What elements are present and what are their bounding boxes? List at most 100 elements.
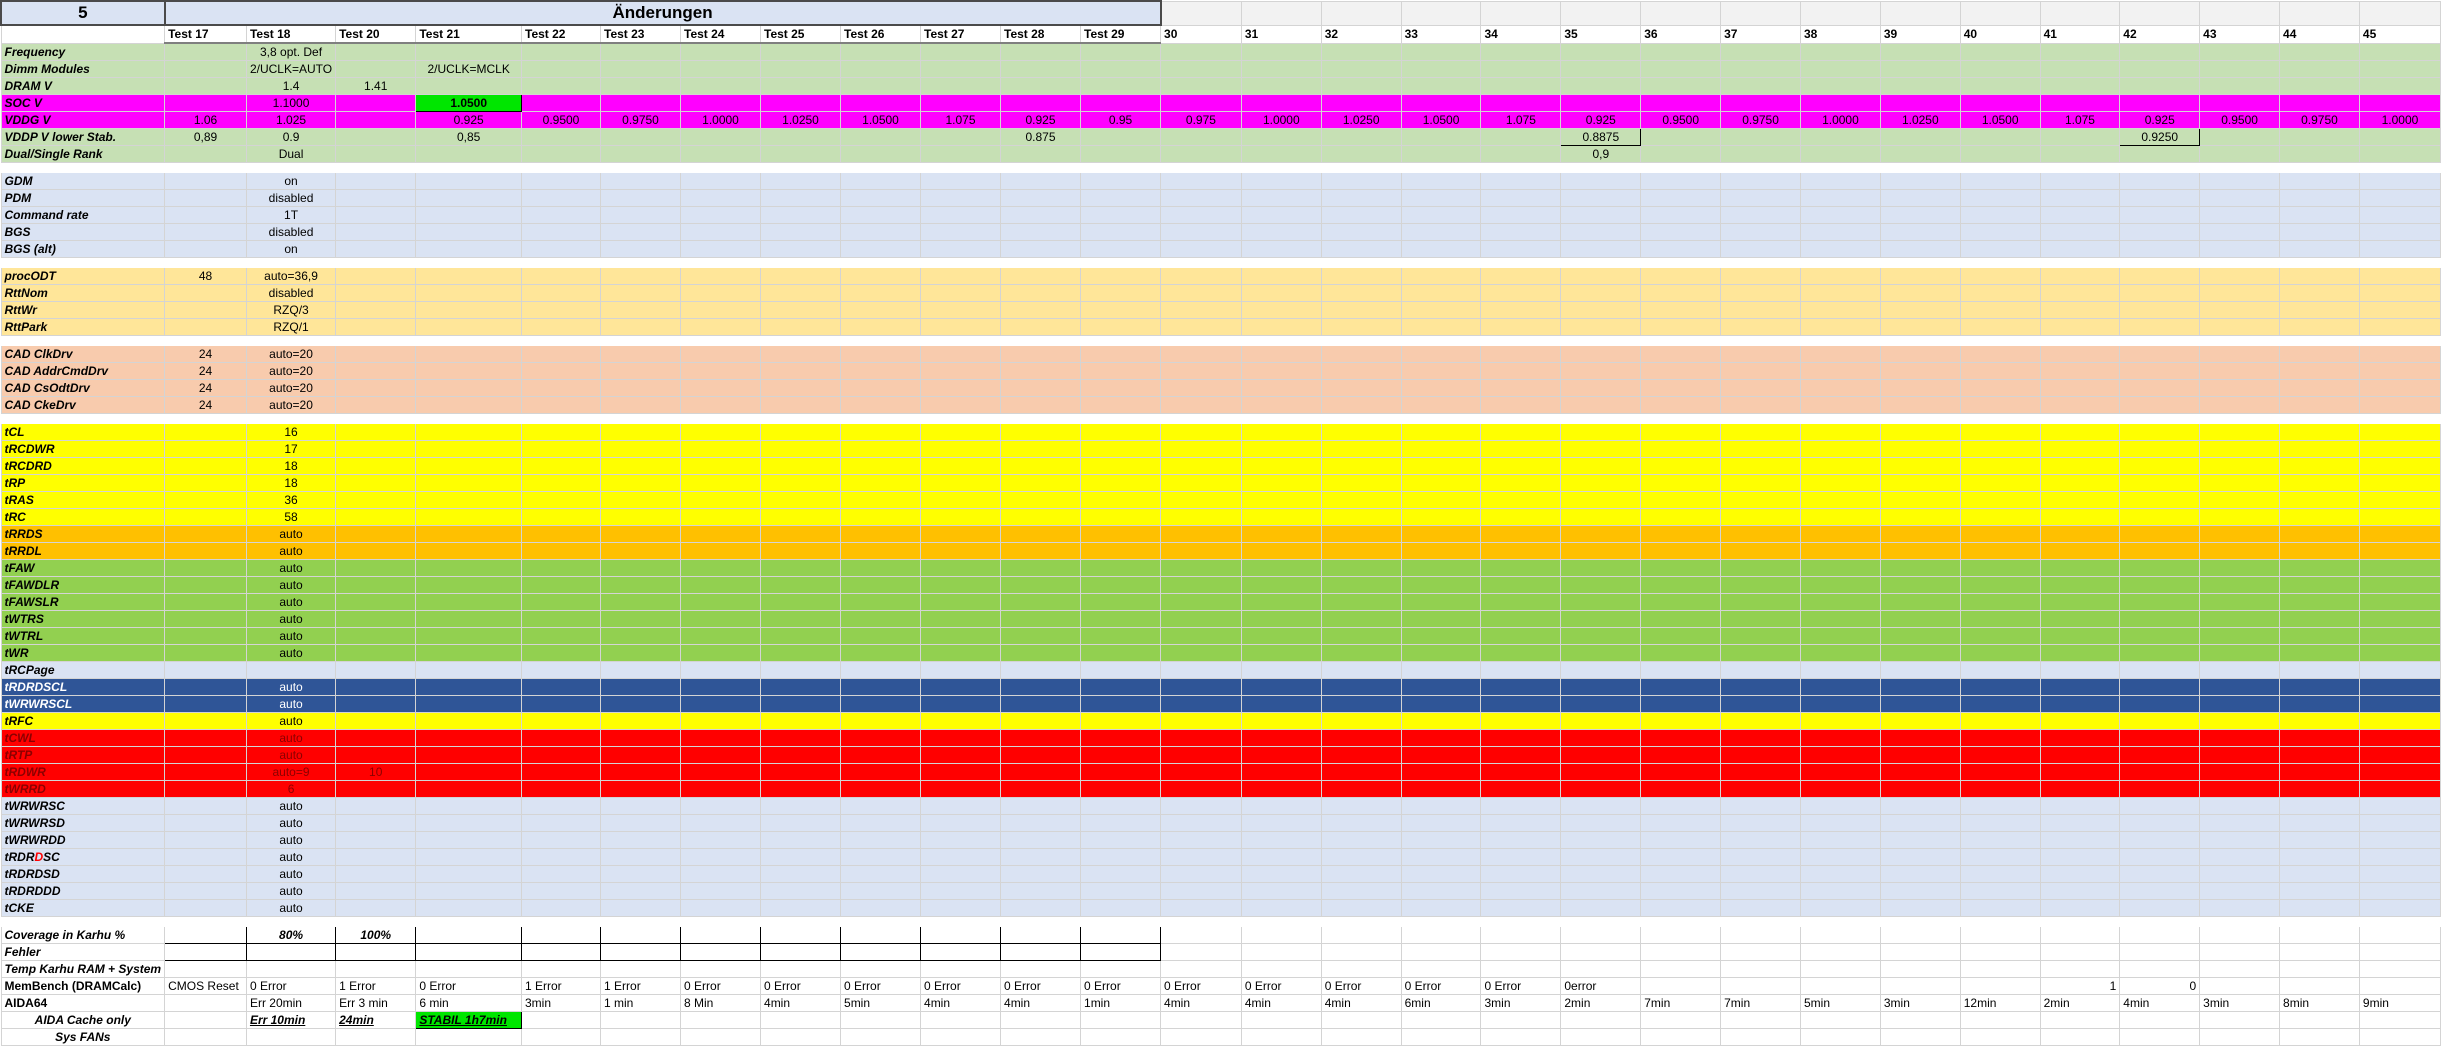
row-label[interactable]: tRCDWR — [0, 440, 166, 458]
empty-cell[interactable] — [2119, 695, 2201, 713]
empty-cell[interactable] — [1400, 1028, 1482, 1046]
empty-cell[interactable] — [1160, 797, 1242, 815]
empty-cell[interactable] — [415, 440, 522, 458]
empty-cell[interactable] — [2119, 491, 2201, 509]
empty-cell[interactable] — [1000, 1028, 1082, 1046]
empty-cell[interactable] — [1720, 797, 1801, 815]
row-label[interactable]: tRDRDDD — [0, 882, 166, 900]
empty-cell[interactable] — [1560, 423, 1642, 441]
empty-cell[interactable] — [415, 77, 522, 95]
empty-cell[interactable] — [1000, 695, 1082, 713]
empty-cell[interactable] — [1000, 60, 1082, 78]
empty-cell[interactable] — [2119, 848, 2201, 866]
empty-cell[interactable] — [1400, 206, 1482, 224]
empty-cell[interactable] — [2358, 525, 2441, 543]
value-cell[interactable]: 1.0500 — [415, 94, 522, 112]
empty-cell[interactable] — [1080, 301, 1162, 319]
empty-cell[interactable] — [1320, 926, 1402, 944]
empty-cell[interactable] — [415, 695, 522, 713]
empty-cell[interactable] — [1160, 661, 1242, 679]
value-cell[interactable]: auto — [245, 678, 337, 696]
column-header[interactable]: 42 — [2119, 24, 2201, 44]
empty-cell[interactable] — [1400, 284, 1482, 302]
empty-cell[interactable] — [335, 943, 417, 961]
empty-cell[interactable] — [1080, 576, 1162, 594]
row-label[interactable]: CAD CsOdtDrv — [0, 379, 166, 397]
empty-cell[interactable] — [680, 423, 762, 441]
result-cell[interactable]: 0 Error — [1000, 977, 1082, 995]
empty-cell[interactable] — [1720, 267, 1801, 285]
parameter-row[interactable]: tWRWRSC auto — [0, 797, 2441, 815]
value-cell[interactable]: 0.925 — [1560, 111, 1642, 129]
empty-cell[interactable] — [600, 77, 682, 95]
column-header[interactable]: Test 18 — [245, 24, 337, 44]
parameter-row[interactable]: procODT 48 auto=36,9 — [0, 267, 2441, 285]
empty-cell[interactable] — [1560, 284, 1642, 302]
empty-cell[interactable] — [1000, 240, 1082, 258]
empty-cell[interactable] — [760, 848, 842, 866]
empty-cell[interactable] — [2199, 882, 2281, 900]
row-label[interactable]: tRCPage — [0, 661, 166, 679]
value-cell[interactable]: auto=20 — [245, 345, 337, 363]
empty-cell[interactable] — [760, 576, 842, 594]
empty-cell[interactable] — [1480, 145, 1562, 163]
result-cell[interactable]: 0 Error — [840, 977, 922, 995]
empty-cell[interactable] — [2119, 593, 2201, 611]
empty-cell[interactable] — [2119, 542, 2201, 560]
empty-cell[interactable] — [335, 345, 417, 363]
empty-cell[interactable] — [1240, 345, 1322, 363]
empty-cell[interactable] — [1080, 128, 1162, 146]
column-header[interactable]: 39 — [1879, 24, 1961, 44]
empty-cell[interactable] — [164, 542, 247, 560]
empty-cell[interactable] — [520, 206, 602, 224]
result-cell[interactable]: 1 min — [600, 994, 682, 1012]
empty-cell[interactable] — [920, 899, 1002, 917]
empty-cell[interactable] — [164, 729, 247, 747]
empty-cell[interactable] — [1000, 627, 1082, 645]
empty-cell[interactable] — [1160, 899, 1242, 917]
empty-cell[interactable] — [2119, 926, 2201, 944]
empty-cell[interactable] — [1080, 644, 1162, 662]
empty-cell[interactable] — [335, 457, 417, 475]
value-cell[interactable]: auto=36,9 — [245, 267, 337, 285]
empty-cell[interactable] — [1799, 301, 1881, 319]
empty-cell[interactable] — [1480, 797, 1562, 815]
empty-cell[interactable] — [1720, 814, 1801, 832]
row-label[interactable]: GDM — [0, 172, 166, 190]
empty-cell[interactable] — [1879, 576, 1961, 594]
empty-cell[interactable] — [2119, 865, 2201, 883]
column-header[interactable]: 36 — [1640, 24, 1722, 44]
empty-cell[interactable] — [520, 94, 602, 112]
result-cell[interactable]: 2min — [2039, 994, 2121, 1012]
value-cell[interactable]: 1.4 — [245, 77, 337, 95]
empty-cell[interactable] — [1320, 94, 1402, 112]
empty-cell[interactable] — [2279, 559, 2360, 577]
empty-cell[interactable] — [1400, 848, 1482, 866]
result-cell[interactable]: 12min — [1959, 994, 2041, 1012]
empty-cell[interactable] — [840, 379, 922, 397]
empty-cell[interactable] — [1320, 440, 1402, 458]
empty-cell[interactable] — [520, 780, 602, 798]
empty-cell[interactable] — [1720, 525, 1801, 543]
empty-cell[interactable] — [1320, 729, 1402, 747]
empty-cell[interactable] — [1320, 318, 1402, 336]
empty-cell[interactable] — [1320, 396, 1402, 414]
row-label[interactable]: MemBench (DRAMCalc) — [0, 977, 166, 995]
empty-cell[interactable] — [1560, 525, 1642, 543]
empty-cell[interactable] — [600, 42, 682, 61]
empty-cell[interactable] — [1400, 542, 1482, 560]
empty-cell[interactable] — [1879, 661, 1961, 679]
empty-cell[interactable] — [1799, 94, 1881, 112]
empty-cell[interactable] — [1480, 593, 1562, 611]
empty-cell[interactable] — [1480, 379, 1562, 397]
empty-cell[interactable] — [1400, 474, 1482, 492]
empty-cell[interactable] — [245, 943, 337, 961]
empty-cell[interactable] — [1959, 542, 2041, 560]
empty-cell[interactable] — [415, 474, 522, 492]
empty-cell[interactable] — [2199, 491, 2281, 509]
empty-cell[interactable] — [760, 60, 842, 78]
value-cell[interactable]: Dual — [245, 145, 337, 163]
empty-cell[interactable] — [1240, 865, 1322, 883]
empty-cell[interactable] — [1240, 379, 1322, 397]
empty-cell[interactable] — [600, 814, 682, 832]
